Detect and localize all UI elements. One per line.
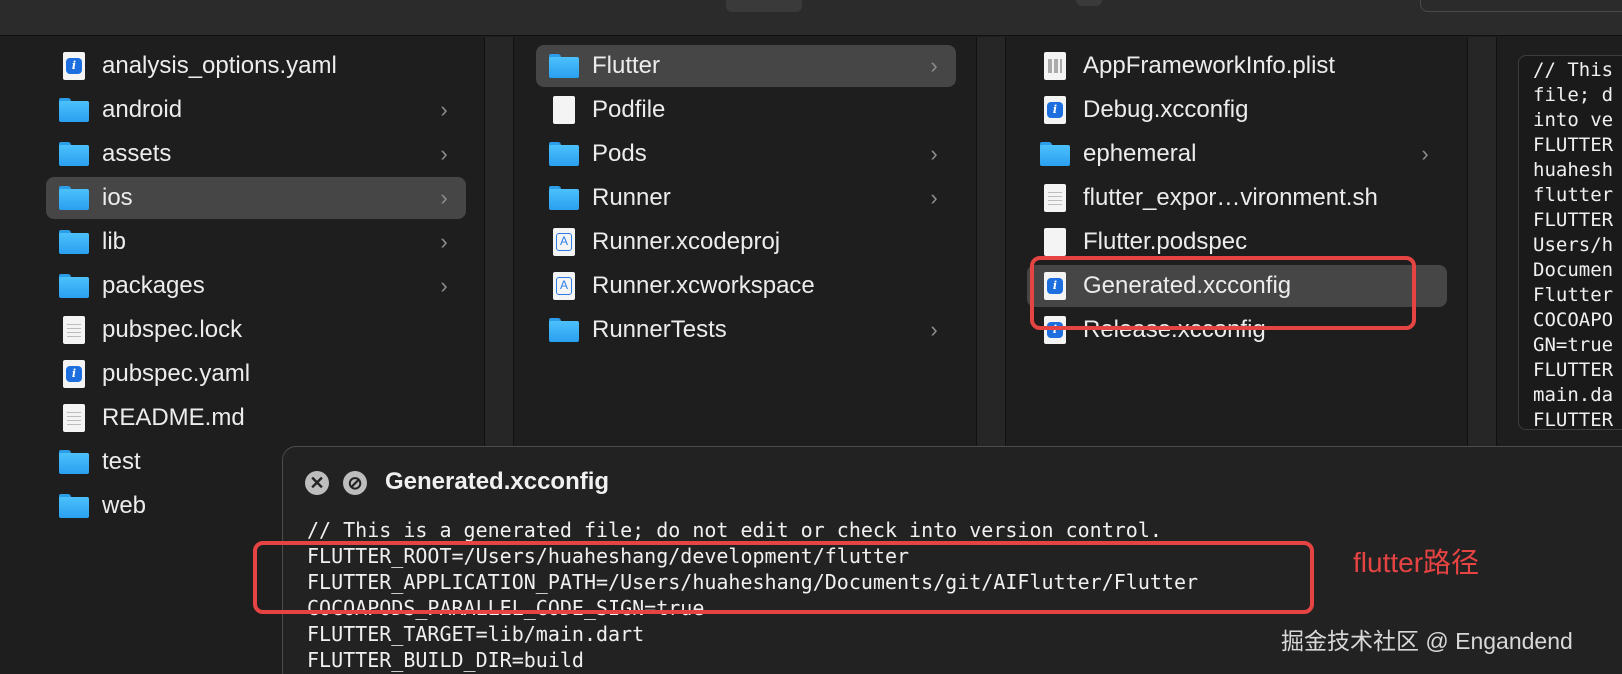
folder-icon — [1039, 138, 1071, 170]
folder-icon — [548, 182, 580, 214]
folder-row[interactable]: Flutter › — [536, 45, 956, 87]
folder-row[interactable]: ios › — [46, 177, 466, 219]
item-label: packages — [102, 272, 205, 299]
folder-icon — [548, 138, 580, 170]
folder-row[interactable]: android › — [46, 89, 466, 131]
folder-row[interactable]: Pods › — [536, 133, 956, 175]
chevron-right-icon: › — [930, 185, 938, 210]
item-label: Runner.xcodeproj — [592, 228, 781, 255]
file-row[interactable]: A Runner.xcodeproj — [536, 221, 956, 263]
folder-row[interactable]: RunnerTests › — [536, 309, 956, 351]
chevron-right-icon: › — [1421, 141, 1429, 166]
folder-icon — [58, 182, 90, 214]
chevron-right-icon: › — [930, 317, 938, 342]
search-field[interactable] — [1420, 0, 1622, 12]
toolbar-share-button[interactable] — [1076, 0, 1102, 6]
text-file-icon — [58, 314, 90, 346]
file-row[interactable]: pubspec.lock — [46, 309, 466, 351]
quicklook-title: Generated.xcconfig — [385, 468, 610, 495]
disable-icon[interactable]: ⊘ — [343, 471, 367, 495]
folder-icon — [548, 50, 580, 82]
item-label: Podfile — [592, 96, 666, 123]
item-label: flutter_expor…vironment.sh — [1083, 184, 1378, 211]
folder-row[interactable]: ephemeral › — [1027, 133, 1447, 175]
plist-file-icon — [1039, 50, 1071, 82]
file-preview-pane: // This file; d into ve FLUTTER huahesh … — [1518, 55, 1622, 430]
chevron-right-icon: › — [440, 185, 448, 210]
xcode-project-icon: A — [548, 226, 580, 258]
item-label: assets — [102, 140, 172, 167]
annotation-label: flutter路径 — [1353, 547, 1480, 578]
folder-row[interactable]: assets › — [46, 133, 466, 175]
chevron-right-icon: › — [930, 141, 938, 166]
folder-icon — [58, 226, 90, 258]
file-row[interactable]: Podfile — [536, 89, 956, 131]
file-row[interactable]: flutter_expor…vironment.sh — [1027, 177, 1447, 219]
dart-file-icon: i — [58, 50, 90, 82]
item-label: pubspec.lock — [102, 316, 243, 343]
chevron-right-icon: › — [440, 141, 448, 166]
file-row[interactable]: i Debug.xcconfig — [1027, 89, 1447, 131]
folder-row[interactable]: Runner › — [536, 177, 956, 219]
item-label: README.md — [102, 404, 245, 431]
finder-toolbar — [0, 0, 1622, 36]
item-label: ios — [102, 184, 133, 211]
item-label: Flutter — [592, 52, 661, 79]
folder-row[interactable]: lib › — [46, 221, 466, 263]
toolbar-view-button[interactable] — [726, 0, 802, 12]
file-row[interactable]: README.md — [46, 397, 466, 439]
highlight-box-flutter-path — [253, 541, 1314, 614]
item-label: Pods — [592, 140, 647, 167]
chevron-right-icon: › — [440, 97, 448, 122]
folder-icon — [58, 270, 90, 302]
blank-file-icon — [548, 94, 580, 126]
xcode-project-icon: A — [548, 270, 580, 302]
item-label: Runner — [592, 184, 671, 211]
folder-icon — [548, 314, 580, 346]
file-row[interactable]: i analysis_options.yaml — [46, 45, 466, 87]
watermark: 掘金技术社区 @ Engandend — [1281, 628, 1573, 654]
item-label: android — [102, 96, 183, 123]
text-file-icon — [1039, 182, 1071, 214]
folder-icon — [58, 446, 90, 478]
item-label: Flutter.podspec — [1083, 228, 1248, 255]
folder-icon — [58, 490, 90, 522]
chevron-right-icon: › — [930, 53, 938, 78]
item-label: ephemeral — [1083, 140, 1197, 167]
item-label: AppFrameworkInfo.plist — [1083, 52, 1336, 79]
dart-file-icon: i — [1039, 94, 1071, 126]
highlight-box-generated-file — [1030, 256, 1416, 330]
item-label: RunnerTests — [592, 316, 727, 343]
folder-row[interactable]: packages › — [46, 265, 466, 307]
text-file-icon — [58, 402, 90, 434]
chevron-right-icon: › — [440, 229, 448, 254]
close-icon[interactable]: ✕ — [305, 471, 329, 495]
file-row[interactable]: i pubspec.yaml — [46, 353, 466, 395]
folder-icon — [58, 138, 90, 170]
item-label: pubspec.yaml — [102, 360, 251, 387]
item-label: Debug.xcconfig — [1083, 96, 1249, 123]
file-row[interactable]: A Runner.xcworkspace — [536, 265, 956, 307]
item-label: Runner.xcworkspace — [592, 272, 815, 299]
preview-text: // This file; d into ve FLUTTER huahesh … — [1533, 59, 1614, 430]
chevron-right-icon: › — [440, 273, 448, 298]
dart-file-icon: i — [58, 358, 90, 390]
folder-icon — [58, 94, 90, 126]
item-label: lib — [102, 228, 127, 255]
file-row[interactable]: AppFrameworkInfo.plist — [1027, 45, 1447, 87]
blank-file-icon — [1039, 226, 1071, 258]
item-label: analysis_options.yaml — [102, 52, 337, 79]
